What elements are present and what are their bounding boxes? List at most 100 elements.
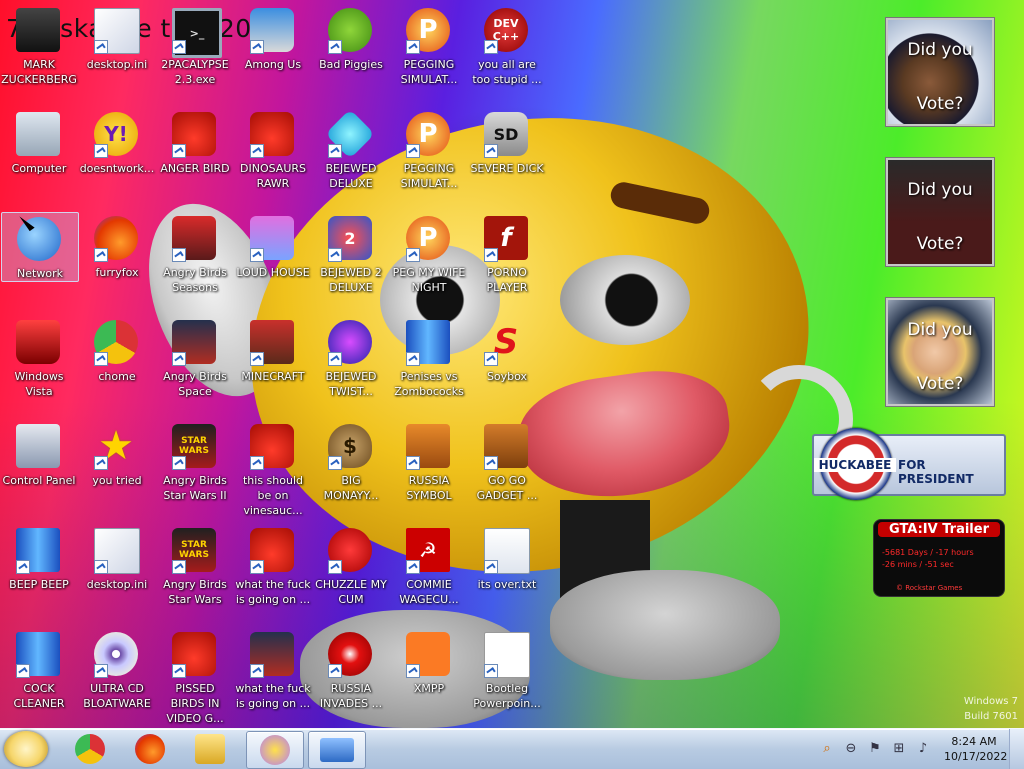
desktop-icon-label: doesntwork...	[79, 162, 155, 175]
desktop-icon[interactable]: Computer	[1, 108, 77, 208]
shortcut-arrow-icon	[94, 560, 108, 574]
shortcut-arrow-icon	[484, 456, 498, 470]
desktop-icon[interactable]: >_ 2PACALYPSE 2.3.exe	[157, 4, 233, 104]
desktop-icon-image	[94, 8, 140, 54]
desktop-icon[interactable]: Penises vs Zombococks	[391, 316, 467, 416]
show-desktop-button[interactable]	[1009, 729, 1024, 769]
desktop-icon-image	[250, 424, 296, 470]
desktop-icon-label: RUSSIA INVADES ...	[319, 682, 383, 710]
shortcut-arrow-icon	[250, 40, 264, 54]
desktop-icon[interactable]: DEV C++ you all are too stupid ...	[469, 4, 545, 104]
volume-icon[interactable]: ♪	[916, 742, 930, 756]
desktop-icon[interactable]: S Soybox	[469, 316, 545, 416]
desktop-icon[interactable]: GO GO GADGET ...	[469, 420, 545, 520]
start-button[interactable]	[4, 731, 48, 767]
desktop-icon[interactable]: MINECRAFT	[235, 316, 311, 416]
vote-text-2: Vote?	[916, 94, 964, 114]
desktop-icon-label: Among Us	[244, 58, 302, 71]
desktop-icon[interactable]: RUSSIA INVADES ...	[313, 628, 389, 728]
vista-icon	[16, 320, 60, 364]
desktop-icon[interactable]: desktop.ini	[79, 4, 155, 104]
desktop-icon[interactable]: ★ you tried	[79, 420, 155, 520]
desktop-icon-label: Penises vs Zombococks	[394, 370, 464, 398]
vote-gadget-obama[interactable]: Did you Vote?	[886, 18, 994, 126]
shortcut-arrow-icon	[172, 456, 186, 470]
watermark-line-2: Build 7601	[964, 711, 1018, 722]
desktop-icon[interactable]: XMPP	[391, 628, 467, 728]
desktop-icon[interactable]: BEEP BEEP	[1, 524, 77, 624]
desktop-icon-label: chome	[98, 370, 136, 383]
taskbar-explorer[interactable]	[182, 731, 238, 767]
desktop-icon[interactable]: Bootleg Powerpoin...	[469, 628, 545, 728]
desktop-icon-image	[484, 528, 530, 574]
desktop-icon[interactable]: ☭ COMMIE WAGECU...	[391, 524, 467, 624]
desktop-icon[interactable]: PISSED BIRDS IN VIDEO G...	[157, 628, 233, 728]
taskbar-chrome[interactable]	[62, 731, 118, 767]
desktop-icon[interactable]: 2 BEJEWED 2 DELUXE	[313, 212, 389, 312]
desktop-icon[interactable]: $ BIG MONAYY...	[313, 420, 389, 520]
huckabee-gadget[interactable]: HUCKABEE FOR PRESIDENT	[812, 428, 1006, 500]
taskbar-yahoo-messenger[interactable]	[246, 731, 304, 769]
desktop-icon[interactable]: Y! doesntwork...	[79, 108, 155, 208]
desktop-icon-label: DINOSAURS RAWR	[240, 162, 306, 190]
desktop-icon[interactable]: Control Panel	[1, 420, 77, 520]
desktop-icon[interactable]: STAR WARS Angry Birds Star Wars	[157, 524, 233, 624]
desktop-icon[interactable]: what the fuck is going on ...	[235, 524, 311, 624]
desktop-icon[interactable]: Bad Piggies	[313, 4, 389, 104]
desktop-icon[interactable]: Among Us	[235, 4, 311, 104]
desktop-icon-image	[328, 632, 374, 678]
taskbar-clock[interactable]: 8:24 AM 10/17/2022	[944, 734, 1007, 764]
desktop-icon[interactable]: BEJEWED DELUXE	[313, 108, 389, 208]
desktop-icon[interactable]: P PEGGING SIMULAT...	[391, 4, 467, 104]
desktop-icon-image	[250, 216, 296, 262]
desktop-icon[interactable]: Angry Birds Space	[157, 316, 233, 416]
shortcut-arrow-icon	[16, 560, 30, 574]
desktop-icon[interactable]: ULTRA CD BLOATWARE	[79, 628, 155, 728]
desktop-icon-label: Network	[17, 267, 63, 280]
desktop-icon-image: $	[328, 424, 374, 470]
desktop-icon[interactable]: MARK ZUCKERBERG	[1, 4, 77, 104]
clock-time: 8:24 AM	[951, 735, 997, 748]
desktop-icon[interactable]: DINOSAURS RAWR	[235, 108, 311, 208]
desktop-icon[interactable]: desktop.ini	[79, 524, 155, 624]
desktop-icon[interactable]: Windows Vista	[1, 316, 77, 416]
folder-icon	[195, 734, 225, 764]
desktop-icon-image	[250, 8, 296, 54]
firefox-icon	[135, 734, 165, 764]
desktop-icon[interactable]: this should be on vinesauc...	[235, 420, 311, 520]
taskbar-firefox[interactable]	[122, 731, 178, 767]
desktop-icon[interactable]: COCK CLEANER	[1, 628, 77, 728]
taskbar: ⌕ ⊖ ⚑ ⊞ ♪ 8:24 AM 10/17/2022	[0, 728, 1024, 769]
search-icon[interactable]: ⌕	[820, 742, 834, 756]
desktop-icon[interactable]: furryfox	[79, 212, 155, 312]
desktop-icon[interactable]: chome	[79, 316, 155, 416]
network-icon[interactable]: ⊞	[892, 742, 906, 756]
taskbar-gadgets[interactable]	[308, 731, 366, 769]
desktop-icon[interactable]: P PEGGING SIMULAT...	[391, 108, 467, 208]
flag-icon[interactable]: ⚑	[868, 742, 882, 756]
desktop-icon[interactable]: CHUZZLE MY CUM	[313, 524, 389, 624]
desktop-icon[interactable]: SD SEVERE DICK	[469, 108, 545, 208]
shortcut-arrow-icon	[328, 40, 342, 54]
desktop-icon[interactable]: its over.txt	[469, 524, 545, 624]
shortcut-arrow-icon	[172, 144, 186, 158]
desktop-icon[interactable]: Network	[1, 212, 79, 282]
gadgets-icon	[320, 738, 354, 762]
help-icon[interactable]: ⊖	[844, 742, 858, 756]
desktop-icon[interactable]: BEJEWED TWIST...	[313, 316, 389, 416]
desktop-icon-image	[250, 320, 296, 366]
gta-countdown-gadget[interactable]: GTA:IV Trailer -5681 Days / -17 hours -2…	[873, 519, 1005, 597]
desktop[interactable]: 7 osskanae tion 2012 MARK ZUCKERBERG desk…	[0, 0, 1024, 728]
desktop-icon-label: BEJEWED TWIST...	[325, 370, 377, 398]
desktop-icon[interactable]: f PORNO PLAYER	[469, 212, 545, 312]
vote-gadget-flag[interactable]: Did you Vote?	[886, 158, 994, 266]
desktop-icon[interactable]: what the fuck is going on ...	[235, 628, 311, 728]
desktop-icon[interactable]: P PEG MY WIFE NIGHT	[391, 212, 467, 312]
vote-gadget-clinton[interactable]: Did you Vote?	[886, 298, 994, 406]
desktop-icon[interactable]: LOUD HOUSE	[235, 212, 311, 312]
desktop-icon[interactable]: STAR WARS Angry Birds Star Wars II	[157, 420, 233, 520]
desktop-icon[interactable]: RUSSIA SYMBOL	[391, 420, 467, 520]
desktop-icon[interactable]: ANGER BIRD	[157, 108, 233, 208]
desktop-icon[interactable]: Angry Birds Seasons	[157, 212, 233, 312]
desktop-icon-label: Angry Birds Space	[163, 370, 227, 398]
